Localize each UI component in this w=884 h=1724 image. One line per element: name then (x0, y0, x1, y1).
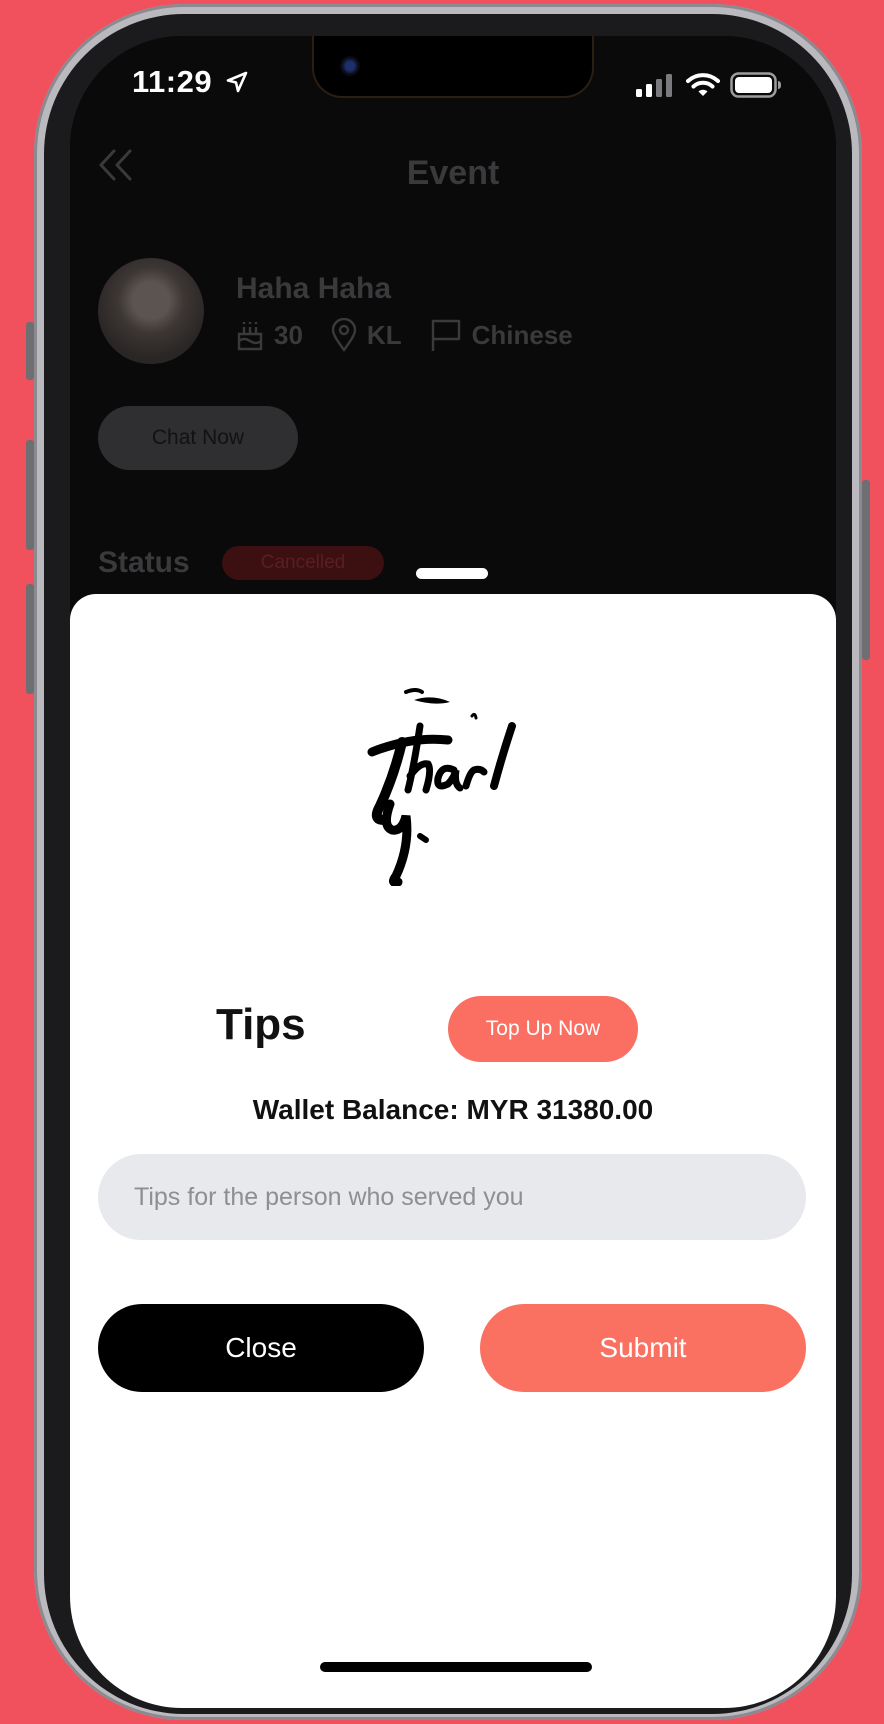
phone-screen: 11:29 Event Haha Haha 30 KL Chinese Chat… (70, 36, 836, 1708)
status-label: Status (98, 546, 190, 579)
volume-up-button (26, 440, 34, 550)
profile-language: Chinese (471, 319, 573, 350)
front-camera (340, 56, 360, 76)
status-icons (636, 72, 782, 98)
close-button[interactable]: Close (98, 1304, 424, 1392)
status-time: 11:29 (132, 64, 249, 100)
silent-switch (26, 322, 34, 380)
home-indicator (320, 1662, 592, 1672)
chat-now-button[interactable]: Chat Now (98, 406, 298, 470)
status-badge: Cancelled (222, 546, 384, 580)
submit-button[interactable]: Submit (480, 1304, 806, 1392)
avatar (98, 258, 204, 364)
location-pin-icon (331, 318, 357, 352)
volume-down-button (26, 584, 34, 694)
birthday-cake-icon (237, 322, 263, 351)
signal-icon (636, 74, 672, 97)
battery-icon (730, 72, 781, 98)
wallet-balance: Wallet Balance: MYR 31380.00 (252, 1094, 654, 1125)
device-mockup: 11:29 Event Haha Haha 30 KL Chinese Chat… (0, 0, 884, 1724)
top-up-button[interactable]: Top Up Now (448, 996, 638, 1062)
location-arrow-icon (226, 71, 248, 93)
tip-amount-input[interactable] (98, 1154, 806, 1240)
profile-location: KL (366, 319, 402, 350)
tips-bottom-sheet: Tips Top Up Now Wallet Balance: MYR 3138… (70, 594, 836, 1708)
wifi-icon (686, 73, 720, 96)
profile-age: 30 (274, 319, 303, 350)
profile-meta: 30 KL Chinese (236, 318, 587, 352)
sheet-grabber[interactable] (416, 568, 488, 579)
power-button (862, 480, 870, 660)
brand-logo (367, 688, 516, 886)
tips-title: Tips (216, 1000, 306, 1049)
page-title: Event (406, 154, 500, 192)
profile-name: Haha Haha (236, 272, 392, 305)
flag-icon (431, 319, 460, 351)
